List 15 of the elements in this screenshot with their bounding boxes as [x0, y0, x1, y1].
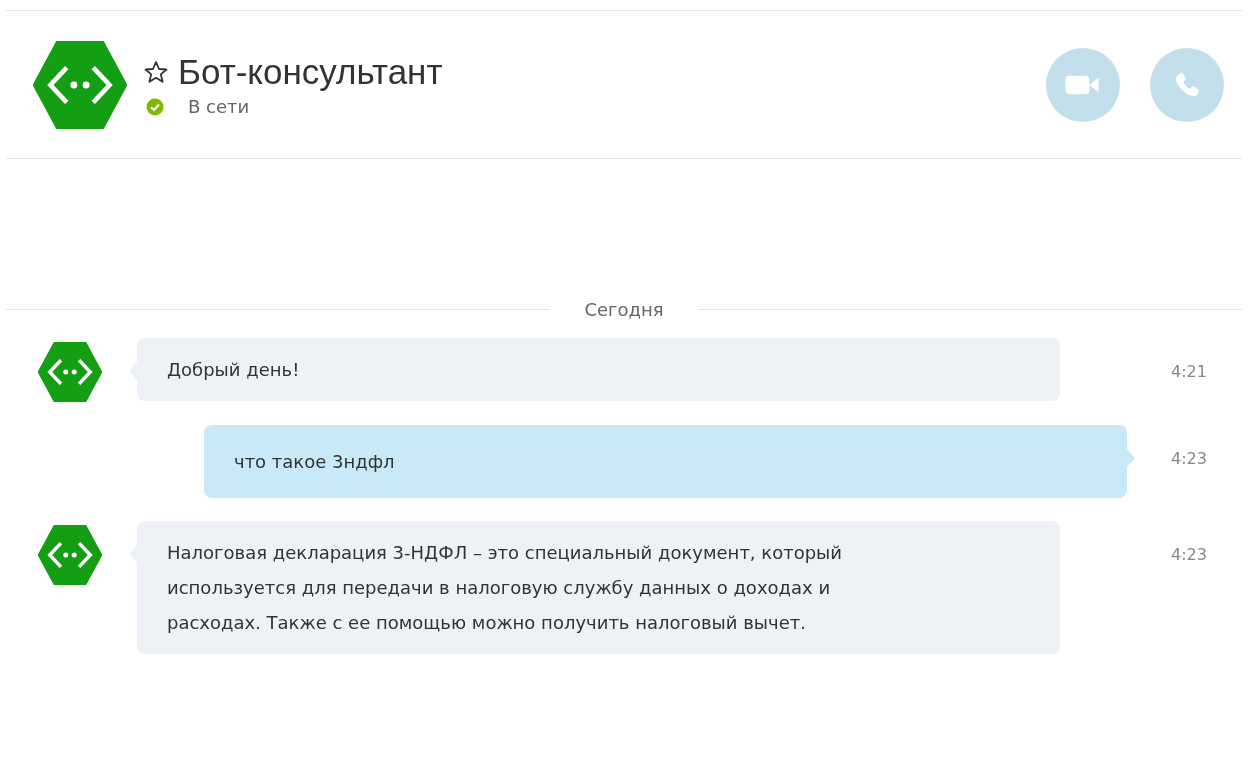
message-time: 4:23 — [1171, 545, 1207, 564]
star-icon[interactable] — [144, 60, 168, 84]
received-message-bubble: Налоговая декларация 3-НДФЛ – это специальный документ, который используется для передачи в налоговую службу данных о доходах и расходах. Также с ее помощью можно получить налоговый вычет. — [137, 521, 1060, 654]
status-text: В сети — [188, 96, 250, 117]
bubble-tail — [1127, 449, 1135, 467]
video-camera-icon — [1064, 73, 1102, 96]
message-time: 4:23 — [1171, 449, 1207, 468]
date-divider-label: Сегодня — [584, 299, 664, 320]
sent-message-bubble: что такое 3ндфл — [204, 425, 1127, 498]
bot-avatar-icon — [32, 40, 128, 129]
contact-name: Бот-консультант — [178, 52, 443, 92]
bot-avatar-icon — [37, 342, 103, 402]
bot-avatar-icon — [37, 525, 103, 585]
received-message-bubble: Добрый день! — [137, 338, 1060, 401]
message-time: 4:21 — [1171, 362, 1207, 381]
